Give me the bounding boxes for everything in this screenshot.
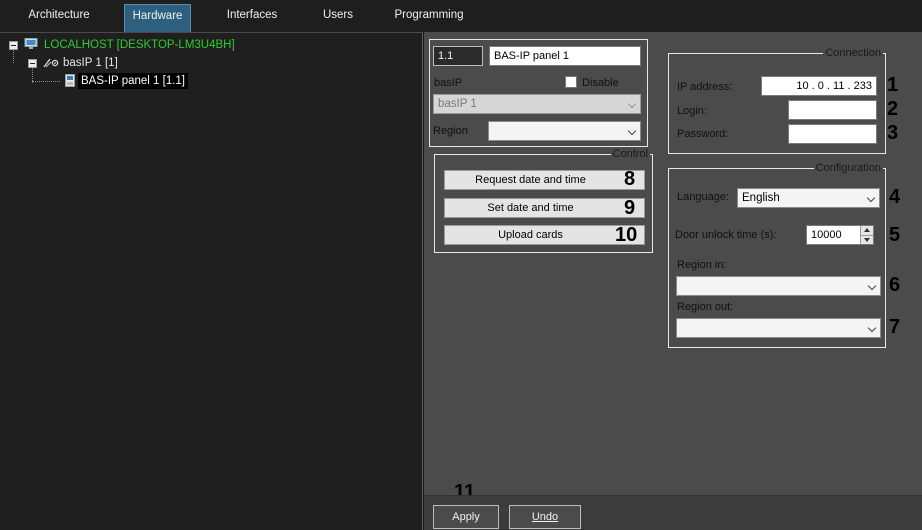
set-date-time-label: Set date and time [487, 202, 574, 214]
callout-10: 10 [615, 224, 638, 246]
login-label: Login: [677, 105, 707, 117]
collapse-localhost-toggle[interactable] [9, 41, 18, 50]
tab-interfaces[interactable]: Interfaces [214, 4, 290, 32]
language-label: Language: [677, 191, 729, 203]
disable-checkbox[interactable] [565, 76, 577, 88]
region-select[interactable] [488, 121, 641, 141]
spin-up-icon[interactable] [860, 226, 873, 235]
tree-item-bas-ip-panel-label: BAS-IP panel 1 [1.1] [81, 75, 185, 87]
region-out-select[interactable] [676, 318, 881, 338]
chevron-down-icon [867, 281, 877, 291]
login-input[interactable] [788, 100, 877, 120]
door-unlock-time-value: 10000 [811, 229, 842, 241]
tree-item-bas-ip-panel[interactable]: BAS-IP panel 1 [1.1] [78, 73, 188, 89]
apply-button[interactable]: Apply [433, 505, 499, 529]
tab-programming[interactable]: Programming [386, 4, 472, 32]
callout-9: 9 [624, 197, 636, 219]
device-name-input[interactable]: BAS-IP panel 1 [489, 46, 641, 66]
ip-address-label: IP address: [677, 81, 733, 93]
spin-down-icon[interactable] [860, 235, 873, 244]
region-label: Region [433, 125, 468, 137]
main-tab-bar: Architecture Hardware Interfaces Users P… [0, 0, 922, 32]
device-type-label: basIP [434, 77, 463, 89]
tree-item-localhost-label: LOCALHOST [DESKTOP-LM3U4BH] [44, 39, 235, 51]
panel-icon [65, 74, 75, 87]
callout-7: 7 [889, 316, 901, 338]
callout-2: 2 [887, 98, 899, 120]
tree-item-localhost[interactable]: LOCALHOST [DESKTOP-LM3U4BH] [44, 37, 235, 53]
callout-5: 5 [889, 224, 901, 246]
basip-device-icon [42, 56, 60, 70]
callout-8: 8 [624, 168, 636, 190]
chevron-down-icon [627, 126, 637, 136]
language-select[interactable]: English [737, 188, 880, 208]
callout-6: 6 [889, 274, 901, 296]
computer-icon [24, 38, 38, 50]
request-date-time-button[interactable]: Request date and time [444, 170, 645, 190]
chevron-down-icon [627, 99, 637, 109]
hardware-tree: LOCALHOST [DESKTOP-LM3U4BH] basIP 1 [1] … [0, 32, 423, 530]
password-input[interactable] [788, 124, 877, 144]
device-id-field: 1.1 [433, 46, 483, 66]
chevron-down-icon [867, 323, 877, 333]
callout-4: 4 [889, 186, 901, 208]
tree-item-basip[interactable]: basIP 1 [1] [63, 55, 118, 71]
control-group-title: Control [610, 147, 650, 161]
door-unlock-time-stepper[interactable]: 10000 [806, 225, 874, 245]
region-in-select[interactable] [676, 276, 881, 296]
parent-device-value: basIP 1 [438, 98, 477, 110]
ip-address-input[interactable]: 10 . 0 . 11 . 233 [761, 76, 877, 96]
region-out-label: Region out: [677, 301, 734, 313]
callout-3: 3 [887, 122, 899, 144]
tree-item-basip-label: basIP 1 [1] [63, 57, 118, 69]
device-header-group: 1.1 BAS-IP panel 1 basIP Disable basIP 1… [429, 39, 648, 147]
tab-users[interactable]: Users [310, 4, 366, 32]
region-in-label: Region in: [677, 259, 727, 271]
parent-device-combo: basIP 1 [433, 94, 641, 114]
collapse-basip-toggle[interactable] [28, 59, 37, 68]
callout-1: 1 [887, 74, 899, 96]
device-settings-panel: 1.1 BAS-IP panel 1 basIP Disable basIP 1… [424, 32, 922, 530]
tab-hardware[interactable]: Hardware [124, 4, 191, 32]
undo-button[interactable]: Undo [509, 505, 581, 529]
footer-bar: Apply Undo [424, 495, 922, 530]
password-label: Password: [677, 128, 729, 140]
connection-group-title: Connection [823, 46, 883, 60]
language-value: English [742, 192, 780, 204]
upload-cards-label: Upload cards [498, 229, 563, 241]
connection-group: Connection IP address: 10 . 0 . 11 . 233… [668, 46, 898, 154]
configuration-group: Configuration Language: English 4 Door u… [668, 161, 900, 348]
disable-label: Disable [582, 77, 619, 89]
door-unlock-time-label: Door unlock time (s): [675, 229, 777, 241]
chevron-down-icon [866, 193, 876, 203]
configuration-group-title: Configuration [813, 161, 883, 175]
control-group: Control Request date and time 8 Set date… [434, 147, 653, 253]
set-date-time-button[interactable]: Set date and time [444, 198, 645, 218]
request-date-time-label: Request date and time [475, 174, 586, 186]
tab-architecture[interactable]: Architecture [18, 4, 100, 32]
